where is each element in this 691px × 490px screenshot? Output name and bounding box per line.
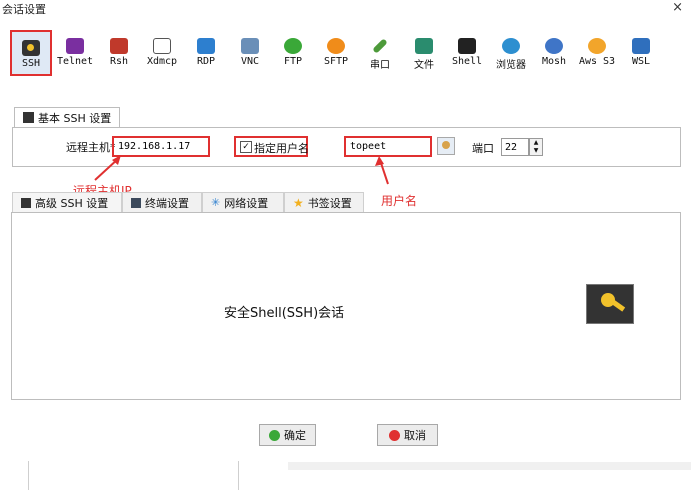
tab-network-settings[interactable]: ✳ 网络设置: [202, 192, 284, 212]
tab-terminal-settings[interactable]: 终端设置: [122, 192, 202, 212]
cancel-button[interactable]: 取消: [377, 424, 438, 446]
tab-advanced-ssh-settings[interactable]: 高级 SSH 设置: [12, 192, 122, 212]
divider: [238, 461, 239, 490]
username-annotation: 用户名: [381, 194, 418, 208]
ok-button[interactable]: 确定: [259, 424, 316, 446]
session-description: 安全Shell(SSH)会话: [224, 306, 345, 321]
footer-strip: [288, 462, 691, 470]
check-icon: [269, 429, 280, 441]
main-settings-panel: [11, 212, 681, 400]
ssh-large-icon: [586, 284, 634, 324]
network-icon: ✳: [211, 196, 221, 209]
tab-label: 终端设置: [145, 196, 189, 210]
tab-bookmark-settings[interactable]: ★ 书签设置: [284, 192, 364, 212]
wrench-icon: [21, 197, 31, 208]
star-icon: ★: [293, 195, 304, 210]
tab-label: 网络设置: [224, 196, 269, 210]
cancel-icon: [389, 429, 400, 441]
divider: [28, 461, 29, 490]
tab-label: 书签设置: [307, 196, 352, 210]
tab-label: 高级 SSH 设置: [35, 196, 109, 210]
terminal-icon: [131, 197, 141, 208]
